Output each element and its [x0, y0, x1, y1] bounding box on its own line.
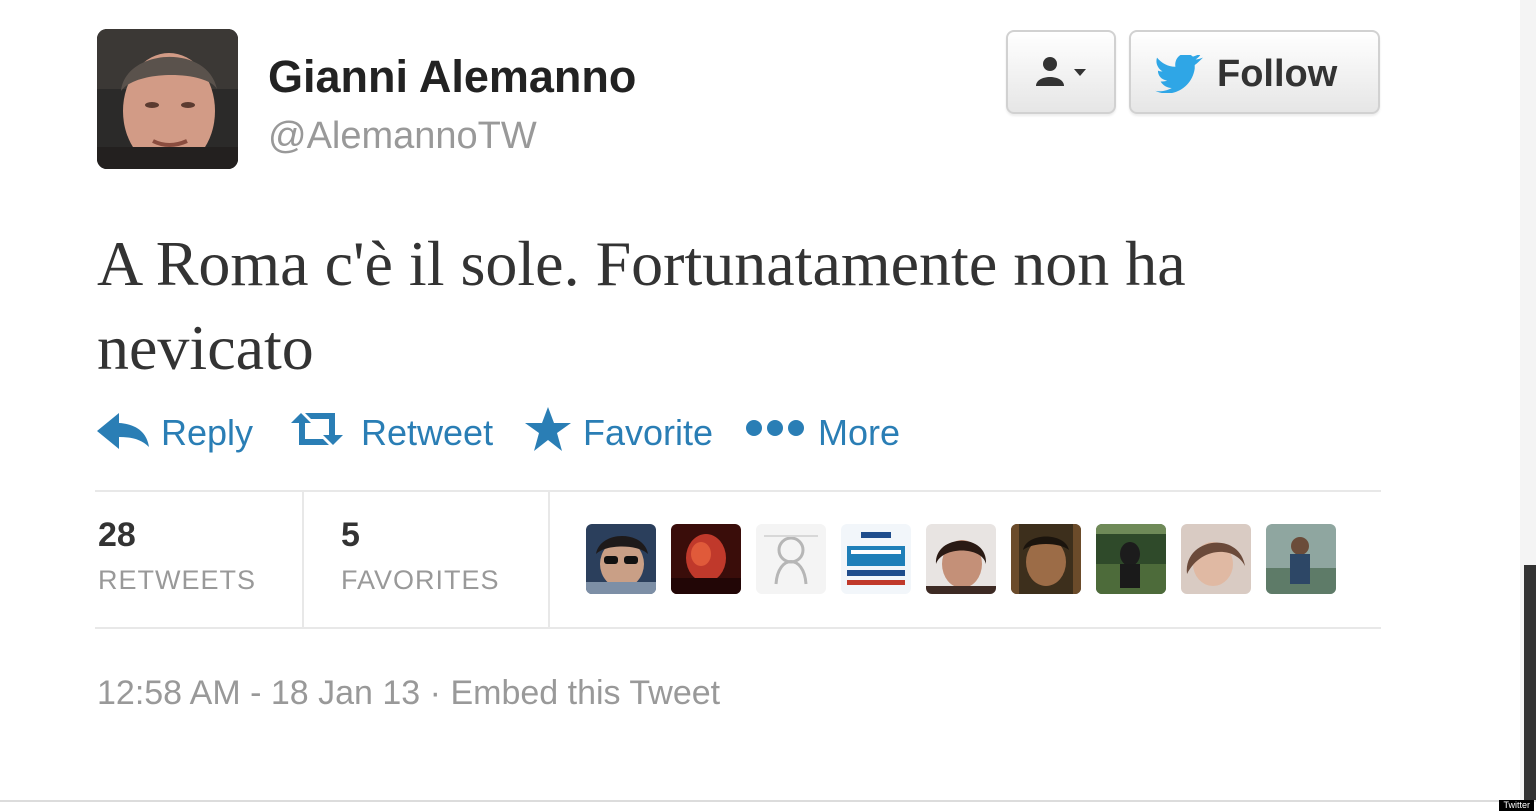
reply-label: Reply [161, 412, 254, 453]
favoriter-avatar[interactable] [926, 524, 996, 594]
favorite-label: Favorite [583, 412, 714, 453]
person-dropdown-icon [1036, 57, 1086, 86]
embed-tweet-link[interactable]: Embed this Tweet [450, 674, 720, 712]
tweet-meta: 12:58 AM - 18 Jan 13 · Embed this Tweet [97, 672, 720, 714]
user-actions-button[interactable] [1006, 30, 1116, 114]
retweets-count[interactable]: 28 [98, 515, 136, 555]
retweet-label: Retweet [361, 412, 494, 453]
retweets-label[interactable]: RETWEETS [98, 563, 256, 597]
stats-separator [548, 492, 550, 627]
favoriter-avatar[interactable] [1011, 524, 1081, 594]
favoriter-avatar[interactable] [1266, 524, 1336, 594]
tweet-text: A Roma c'è il sole. Fortunatamente non h… [97, 228, 1186, 383]
favoriter-avatar[interactable] [1181, 524, 1251, 594]
retweet-icon [291, 413, 343, 445]
tweet-timestamp[interactable]: 12:58 AM - 18 Jan 13 [97, 674, 420, 712]
follow-button-label: Follow [1217, 53, 1338, 95]
stats-top-divider [95, 490, 1381, 492]
bottom-divider [0, 800, 1536, 802]
twitter-bird-icon [1155, 55, 1204, 93]
author-avatar[interactable] [97, 29, 238, 169]
favoriter-avatar[interactable] [1096, 524, 1166, 594]
ellipsis-icon [746, 420, 804, 436]
favoriter-avatar[interactable] [841, 524, 911, 594]
favoriter-avatar[interactable] [756, 524, 826, 594]
meta-separator: · [429, 674, 441, 712]
favoriter-avatar[interactable] [671, 524, 741, 594]
stats-bottom-divider [95, 627, 1381, 629]
star-icon [525, 407, 571, 451]
favorites-label[interactable]: FAVORITES [341, 563, 500, 597]
favorites-count[interactable]: 5 [341, 515, 360, 555]
retweet-action[interactable]: Retweet [287, 403, 497, 463]
follow-button[interactable]: Follow [1129, 30, 1380, 114]
author-handle[interactable]: @AlemannoTW [268, 114, 537, 158]
favoriter-avatar[interactable] [586, 524, 656, 594]
reply-arrow-icon [97, 413, 149, 449]
stats-separator [302, 492, 304, 627]
favorite-action[interactable]: Favorite [525, 403, 715, 463]
author-name[interactable]: Gianni Alemanno [268, 52, 636, 102]
scrollbar-thumb[interactable] [1524, 565, 1536, 800]
reply-action[interactable]: Reply [97, 403, 257, 463]
more-label: More [818, 412, 901, 453]
more-action[interactable]: More [745, 403, 905, 463]
source-watermark: Twitter [1499, 800, 1534, 811]
author-photo [97, 29, 238, 169]
